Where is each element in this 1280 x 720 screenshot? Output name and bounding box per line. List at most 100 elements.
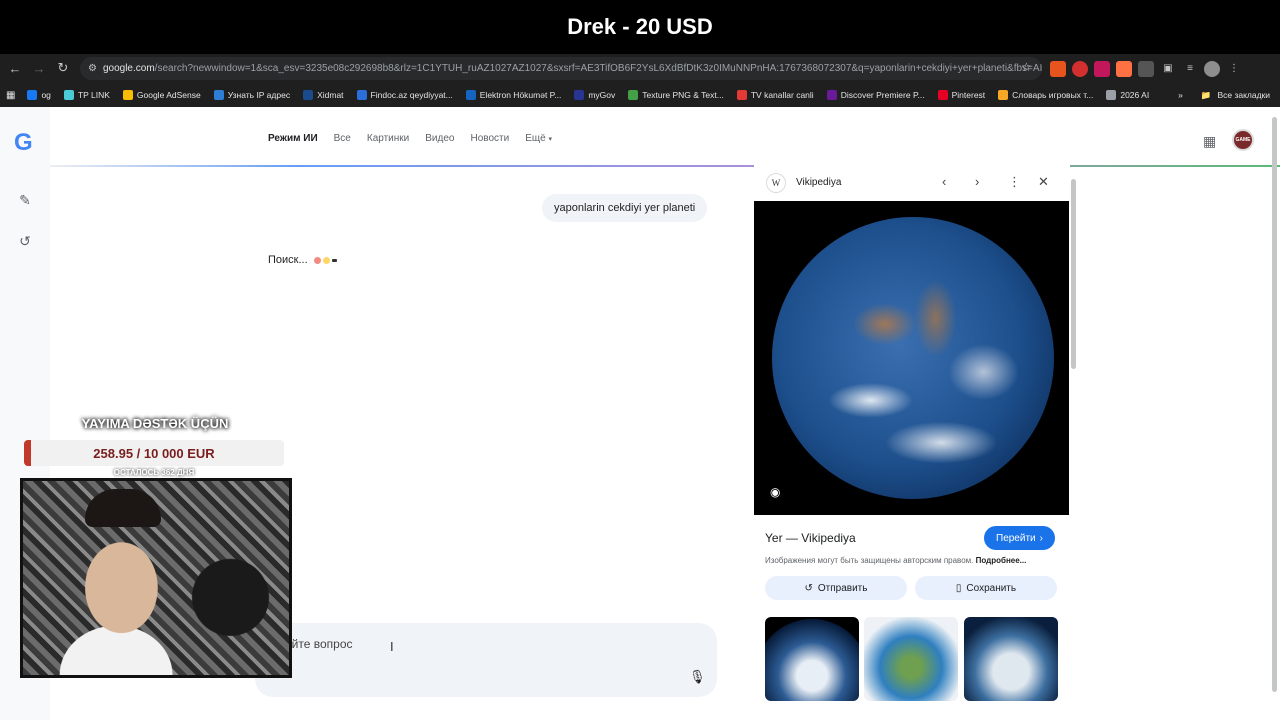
- bookmark-item[interactable]: TP LINK: [63, 90, 110, 100]
- share-button[interactable]: ↺ Отправить: [765, 576, 907, 600]
- apps-grid-icon[interactable]: ▦: [6, 90, 15, 101]
- tab-all[interactable]: Все: [334, 133, 351, 144]
- bookmark-item[interactable]: Pinterest: [937, 90, 985, 100]
- star-icon[interactable]: ☆: [1021, 60, 1032, 74]
- donation-amount: 258.95 / 10 000 EUR: [93, 445, 215, 461]
- more-options-icon[interactable]: ⋮: [1008, 174, 1021, 190]
- google-apps-icon[interactable]: ▦: [1203, 133, 1216, 150]
- google-logo[interactable]: G: [14, 129, 33, 157]
- save-button[interactable]: ▯ Сохранить: [915, 576, 1057, 600]
- bookmark-label: Xidmat: [317, 90, 344, 100]
- bookmark-item[interactable]: Словарь игровых т...: [998, 90, 1093, 100]
- bookmark-label: Findoc.az qeydiyyat...: [370, 90, 453, 100]
- bookmark-favicon-icon: [303, 90, 314, 100]
- visit-button[interactable]: Перейти ›: [984, 526, 1055, 550]
- lens-icon[interactable]: ◉: [770, 485, 780, 499]
- bookmark-favicon-icon: [356, 90, 367, 100]
- tab-videos[interactable]: Видео: [425, 133, 454, 144]
- media-controls-icon[interactable]: ≡: [1182, 61, 1198, 77]
- ask-input[interactable]: айте вопрос I 🎙: [255, 623, 717, 697]
- chevron-right-icon[interactable]: »: [1178, 90, 1183, 100]
- bookmark-label: Elektron Hökumət P...: [479, 90, 562, 100]
- caret-down-icon: ▾: [548, 136, 552, 143]
- bookmark-label: Texture PNG & Text...: [642, 90, 724, 100]
- puzzle-icon[interactable]: ▣: [1160, 61, 1176, 77]
- bookmark-item[interactable]: Findoc.az qeydiyyat...: [356, 90, 453, 100]
- bookmark-item[interactable]: 2026 AI: [1106, 90, 1149, 100]
- page-scrollbar[interactable]: [1272, 117, 1277, 692]
- tab-news[interactable]: Новости: [470, 133, 509, 144]
- related-image-thumbnail[interactable]: [864, 617, 958, 701]
- stream-banner: Drek - 20 USD: [0, 0, 1280, 54]
- loading-dots-icon: [313, 256, 337, 264]
- user-query-bubble: yaponlarin cekdiyi yer planeti: [542, 194, 708, 222]
- bookmark-item[interactable]: Xidmat: [303, 90, 344, 100]
- copyright-notice: Изображения могут быть защищены авторски…: [765, 556, 1027, 565]
- microphone-icon[interactable]: 🎙: [689, 669, 706, 685]
- related-image-thumbnail[interactable]: [964, 617, 1058, 701]
- bookmark-label: Узнать IP адрес: [227, 90, 291, 100]
- folder-icon: 📁: [1200, 89, 1212, 100]
- bookmark-item[interactable]: og: [27, 90, 51, 100]
- related-image-thumbnail[interactable]: [765, 617, 859, 701]
- url-host: google.com: [102, 63, 155, 74]
- status-text: Поиск...: [268, 254, 308, 266]
- earth-globe: [772, 217, 1054, 499]
- bookmark-item[interactable]: Google AdSense: [122, 90, 201, 100]
- panel-scrollbar[interactable]: [1071, 169, 1076, 714]
- donation-progress: 258.95 / 10 000 EUR: [24, 440, 284, 466]
- bookmark-item[interactable]: Discover Premiere P...: [826, 90, 925, 100]
- text-cursor-icon: I: [390, 639, 394, 654]
- chevron-right-icon: ›: [1039, 532, 1043, 544]
- result-title[interactable]: Yer — Vikipediya: [765, 531, 856, 545]
- bookmarks-overflow: » 📁 Все закладки: [1178, 83, 1270, 107]
- extension-icon[interactable]: [1094, 60, 1110, 77]
- tab-images[interactable]: Картинки: [367, 133, 409, 144]
- reload-icon[interactable]: ↻: [51, 56, 75, 80]
- bookmark-favicon-icon: [628, 90, 639, 100]
- extension-icon[interactable]: [1116, 60, 1132, 77]
- bookmarks-bar: ▦ og TP LINK Google AdSense Узнать IP адрес…: [0, 83, 1280, 107]
- bookmark-item[interactable]: Texture PNG & Text...: [628, 90, 724, 100]
- menu-icon[interactable]: ⋮: [1226, 61, 1242, 77]
- site-info-icon[interactable]: ⚙: [88, 63, 97, 74]
- next-icon[interactable]: ›: [975, 174, 979, 189]
- address-bar[interactable]: ⚙ google.com/search?newwindow=1&sca_esv=…: [80, 57, 1042, 80]
- prev-icon[interactable]: ‹: [942, 174, 946, 189]
- bookmark-label: og: [41, 90, 51, 100]
- bookmark-item[interactable]: myGov: [574, 90, 615, 100]
- panel-header: W Vikipediya ‹ › ⋮ ✕: [754, 165, 1070, 201]
- new-chat-icon[interactable]: ✎: [16, 191, 34, 209]
- bookmark-favicon-icon: [937, 90, 948, 100]
- bookmark-item[interactable]: Узнать IP адрес: [213, 90, 291, 100]
- bookmark-label: Google AdSense: [136, 90, 201, 100]
- bookmark-label: TP LINK: [77, 90, 110, 100]
- bookmark-label: Словарь игровых т...: [1012, 90, 1094, 100]
- donation-title: YAYIMA DƏSTƏK ÜÇÜN: [81, 416, 229, 431]
- forward-icon[interactable]: →: [27, 56, 51, 80]
- learn-more-link[interactable]: Подробнее...: [976, 556, 1027, 565]
- tab-ai-mode[interactable]: Режим ИИ: [268, 133, 318, 144]
- panel-source[interactable]: Vikipediya: [796, 177, 841, 188]
- avatar[interactable]: GAME: [1232, 129, 1254, 151]
- bookmark-favicon-icon: [63, 90, 74, 100]
- share-icon: ↺: [804, 582, 813, 594]
- close-icon[interactable]: ✕: [1038, 174, 1049, 190]
- tab-more[interactable]: Ещё ▾: [525, 133, 552, 144]
- days-left: ОСТАЛОСЬ 362 ДНЯ: [113, 468, 195, 477]
- profile-icon[interactable]: [1204, 60, 1220, 77]
- back-icon[interactable]: ←: [3, 56, 27, 80]
- bookmark-favicon-icon: [465, 90, 476, 100]
- image-preview-panel: W Vikipediya ‹ › ⋮ ✕ ◉ Yer — Vikipediya …: [754, 165, 1070, 720]
- bookmark-favicon-icon: [213, 90, 224, 100]
- earth-image[interactable]: ◉: [754, 201, 1069, 515]
- search-tabs: Режим ИИ Все Картинки Видео Новости Ещё …: [268, 133, 552, 144]
- bookmark-label: TV kanallar canli: [750, 90, 814, 100]
- extension-icon[interactable]: [1050, 60, 1066, 77]
- bookmark-item[interactable]: Elektron Hökumət P...: [465, 90, 562, 100]
- history-icon[interactable]: ↺: [16, 232, 34, 250]
- all-bookmarks-label[interactable]: Все закладки: [1217, 90, 1270, 100]
- extension-icon[interactable]: [1138, 60, 1154, 77]
- extension-icon[interactable]: [1072, 60, 1088, 77]
- bookmark-item[interactable]: TV kanallar canli: [736, 90, 814, 100]
